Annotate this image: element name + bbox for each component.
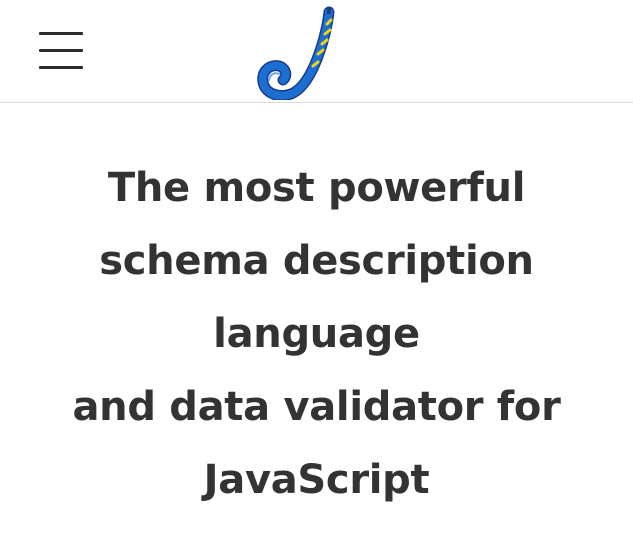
hero-title-line: and data validator for — [72, 384, 561, 430]
hamburger-menu-icon — [39, 32, 83, 35]
hamburger-menu-icon-bar — [39, 49, 83, 52]
hero-title-line: schema description — [99, 238, 534, 284]
hero-title: The most powerful schema description lan… — [0, 152, 633, 517]
hero-title-line: The most powerful — [107, 165, 526, 211]
hamburger-menu-icon-bar — [39, 66, 83, 69]
hero-title-line: language — [213, 311, 420, 357]
hero-title-line: JavaScript — [203, 457, 430, 503]
site-header — [0, 0, 633, 103]
menu-button[interactable] — [33, 25, 89, 77]
joi-logo-icon[interactable] — [255, 6, 339, 100]
